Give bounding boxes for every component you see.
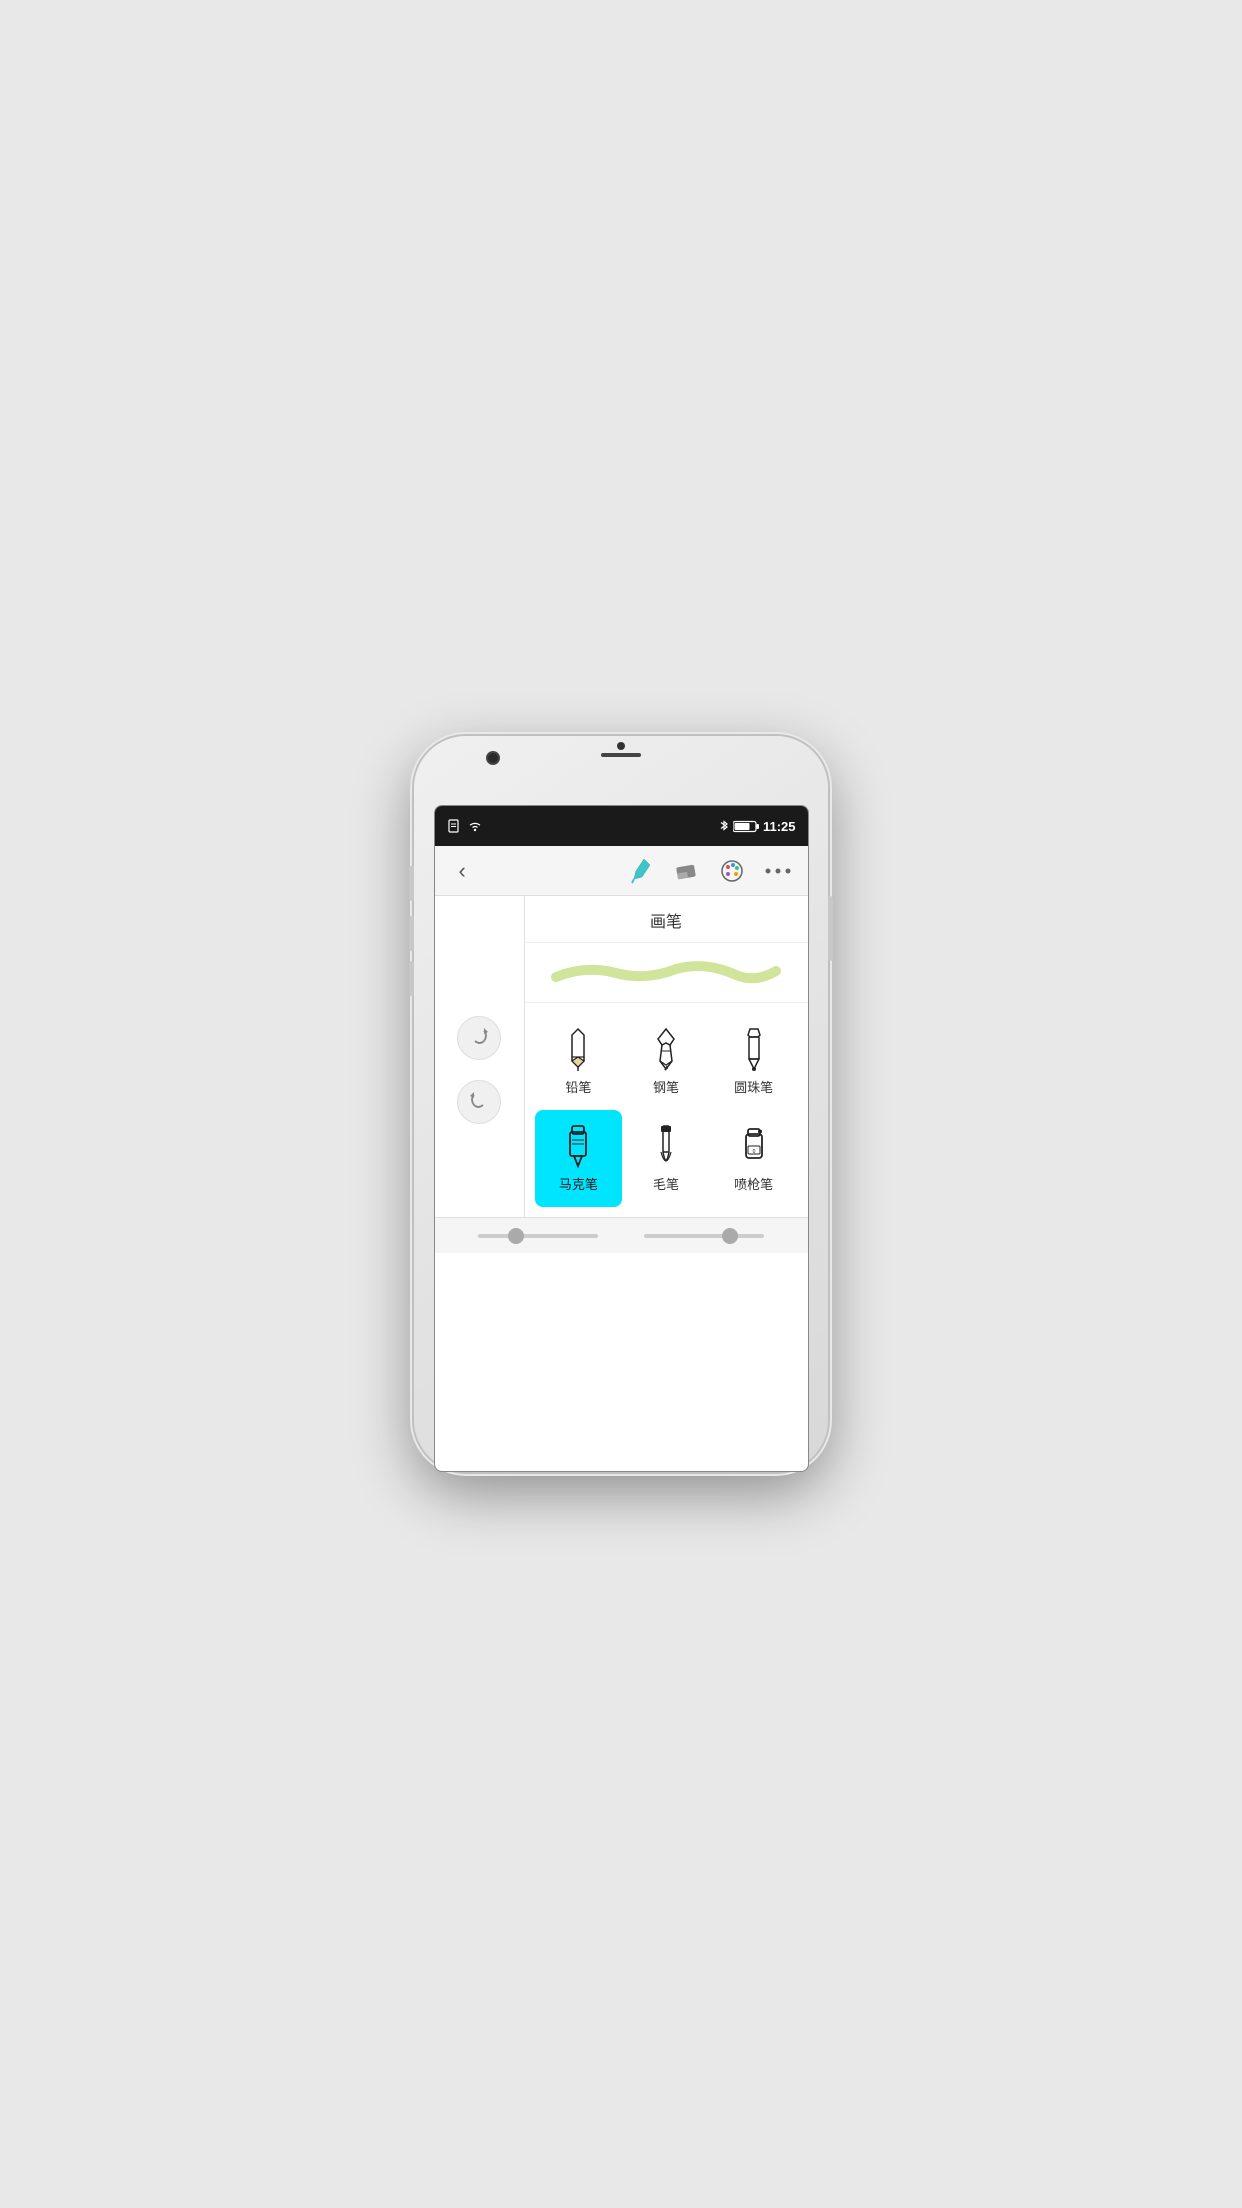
right-slider-thumb[interactable] — [722, 1228, 738, 1244]
pen-svg — [648, 1027, 684, 1071]
left-slider-track[interactable] — [478, 1234, 598, 1238]
status-bar: 11:25 — [435, 806, 808, 846]
phone-frame: 11:25 ‹ — [414, 736, 828, 1472]
undo-icon — [468, 1091, 490, 1113]
bottom-slider-bar — [435, 1217, 808, 1253]
ink-brush-icon — [644, 1124, 688, 1168]
brush-icon — [628, 857, 652, 885]
spray-brush-item[interactable]: 0 喷枪笔 — [710, 1110, 798, 1207]
left-slider-thumb[interactable] — [508, 1228, 524, 1244]
phone-notch — [601, 742, 641, 757]
pen-label: 钢笔 — [653, 1077, 679, 1096]
ballpoint-brush-item[interactable]: 圆珠笔 — [710, 1013, 798, 1110]
brush-tool-button[interactable] — [626, 857, 654, 885]
marker-svg — [560, 1124, 596, 1168]
palette-icon — [719, 858, 745, 884]
pen-brush-item[interactable]: 钢笔 — [622, 1013, 710, 1110]
brush-grid: 铅笔 钢笔 — [525, 1003, 808, 1217]
toolbar-tool-icons — [626, 857, 792, 885]
undo-button[interactable] — [457, 1080, 501, 1124]
ballpoint-svg — [736, 1027, 772, 1071]
pencil-svg — [560, 1027, 596, 1071]
redo-button[interactable] — [457, 1016, 501, 1060]
pen-icon — [644, 1027, 688, 1071]
eraser-icon — [673, 858, 699, 884]
front-camera — [486, 751, 500, 765]
ballpoint-icon — [732, 1027, 776, 1071]
battery-icon — [733, 820, 759, 833]
marker-brush-item[interactable]: 马克笔 — [535, 1110, 623, 1207]
spray-label: 喷枪笔 — [734, 1174, 773, 1193]
eraser-tool-button[interactable] — [672, 857, 700, 885]
ink-brush-svg — [648, 1124, 684, 1168]
ballpoint-label: 圆珠笔 — [734, 1077, 773, 1096]
document-icon — [447, 819, 461, 833]
pencil-label: 铅笔 — [565, 1077, 591, 1096]
brush-preview-area — [525, 943, 808, 1003]
svg-text:0: 0 — [752, 1149, 755, 1155]
brush-panel: 画笔 — [525, 896, 808, 1217]
canvas-sidebar — [435, 896, 525, 1217]
phone-screen: 11:25 ‹ — [434, 805, 809, 1472]
wifi-icon — [467, 820, 483, 832]
spray-icon: 0 — [732, 1124, 776, 1168]
bluetooth-icon — [719, 819, 729, 833]
palette-tool-button[interactable] — [718, 857, 746, 885]
marker-icon — [556, 1124, 600, 1168]
status-right-icons: 11:25 — [719, 819, 796, 834]
pencil-brush-item[interactable]: 铅笔 — [535, 1013, 623, 1110]
main-content-area: 画笔 — [435, 896, 808, 1217]
marker-label: 马克笔 — [559, 1174, 598, 1193]
more-icon — [765, 867, 791, 875]
spray-svg: 0 — [736, 1124, 772, 1168]
speaker — [601, 753, 641, 757]
redo-icon — [468, 1027, 490, 1049]
pencil-icon — [556, 1027, 600, 1071]
brush-stroke-preview — [546, 955, 786, 991]
ink-brush-label: 毛笔 — [653, 1174, 679, 1193]
status-left-icons — [447, 819, 483, 833]
app-toolbar: ‹ — [435, 846, 808, 896]
right-slider-track[interactable] — [644, 1234, 764, 1238]
back-button[interactable]: ‹ — [451, 850, 474, 892]
camera-dot — [617, 742, 625, 750]
brush-panel-title: 画笔 — [525, 896, 808, 943]
more-button[interactable] — [764, 857, 792, 885]
time-display: 11:25 — [763, 819, 796, 834]
ink-brush-item[interactable]: 毛笔 — [622, 1110, 710, 1207]
